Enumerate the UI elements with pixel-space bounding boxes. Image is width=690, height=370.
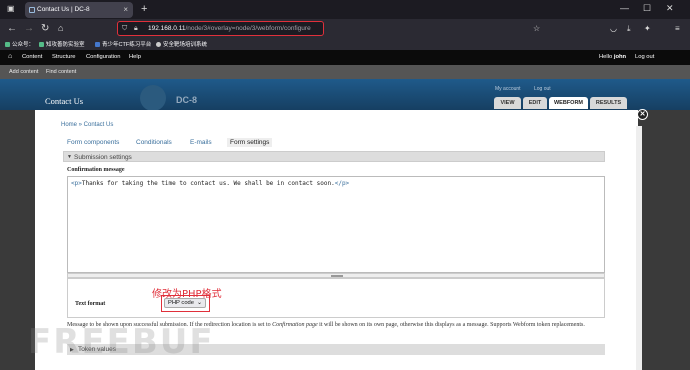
shortcut-add-content[interactable]: Add content bbox=[9, 69, 38, 75]
select-value: PHP code bbox=[168, 300, 194, 306]
lock-icon[interactable]: 🔒︎ bbox=[134, 25, 138, 33]
url-text[interactable]: 192.168.0.11/node/3#overlay=node/3/webfo… bbox=[148, 25, 311, 32]
drupal-admin-menu: ⌂ Content Structure Configuration Help H… bbox=[0, 50, 690, 65]
collapse-arrow-icon: ▼ bbox=[67, 154, 72, 160]
logout-link[interactable]: Log out bbox=[635, 54, 654, 60]
bookmark-star-icon[interactable]: ☆ bbox=[533, 24, 540, 33]
breadcrumb[interactable]: Home » Contact Us bbox=[61, 122, 113, 128]
globe-icon bbox=[156, 42, 161, 47]
page-title: Contact Us bbox=[45, 96, 84, 106]
watermark: FREEBUF bbox=[28, 322, 215, 362]
subtab-form-settings[interactable]: Form settings bbox=[227, 138, 273, 147]
my-account-link[interactable]: My account bbox=[495, 86, 521, 92]
shortcut-bar: Add content Find content bbox=[0, 65, 690, 79]
site-logo: DC-8 bbox=[176, 95, 198, 105]
annotation-text: 修改为PHP格式 bbox=[152, 289, 222, 300]
browser-tab[interactable]: Contact Us | DC-8 × bbox=[25, 2, 133, 18]
minimize-button[interactable]: — bbox=[620, 3, 629, 13]
tab-edit[interactable]: EDIT bbox=[523, 97, 547, 109]
overlay-close-icon[interactable]: ✕ bbox=[637, 109, 648, 120]
tab-results[interactable]: RESULTS bbox=[590, 97, 627, 109]
username[interactable]: john bbox=[614, 54, 626, 60]
overlay-scrollbar[interactable] bbox=[636, 126, 642, 370]
url-bar[interactable]: ⛉ 🔒︎ 192.168.0.11/node/3#overlay=node/3/… bbox=[117, 21, 324, 36]
admin-menu-content[interactable]: Content bbox=[22, 54, 42, 60]
home-icon[interactable]: ⌂ bbox=[8, 53, 12, 60]
browser-tab-bar: ▣ Contact Us | DC-8 × + — ☐ ✕ bbox=[0, 0, 690, 19]
bookmark-item[interactable]: 公众号： bbox=[5, 40, 34, 48]
drupal-logo-icon bbox=[140, 85, 166, 110]
tab-webform[interactable]: WEBFORM bbox=[549, 97, 588, 109]
shield-icon[interactable]: ⛉ bbox=[122, 25, 127, 33]
reload-icon[interactable]: ↻ bbox=[41, 23, 49, 34]
fieldset-legend: Submission settings bbox=[74, 153, 132, 161]
subtab-emails[interactable]: E-mails bbox=[190, 139, 212, 146]
admin-menu-structure[interactable]: Structure bbox=[52, 54, 76, 60]
subtab-form-components[interactable]: Form components bbox=[67, 139, 119, 146]
user-greeting: Hello john bbox=[599, 54, 627, 60]
submission-settings-fieldset[interactable]: ▼ Submission settings bbox=[63, 151, 605, 162]
bookmark-icon bbox=[95, 42, 100, 47]
tab-view[interactable]: VIEW bbox=[494, 97, 521, 109]
browser-navigation-bar: ← → ↻ ⌂ ⛉ 🔒︎ 192.168.0.11/node/3#overlay… bbox=[0, 19, 690, 39]
window-close-button[interactable]: ✕ bbox=[666, 3, 674, 14]
grip-icon bbox=[331, 275, 343, 277]
favicon-icon bbox=[29, 7, 35, 13]
text-format-wrapper: Text format PHP code ⌄ bbox=[67, 278, 605, 318]
textarea-content: <p>Thanks for taking the time to contact… bbox=[71, 180, 350, 187]
new-tab-button[interactable]: + bbox=[141, 3, 147, 15]
extensions-icon[interactable]: ✦ bbox=[644, 24, 651, 33]
text-format-label: Text format bbox=[75, 301, 106, 307]
tab-list-icon[interactable]: ▣ bbox=[7, 4, 15, 13]
subtab-conditionals[interactable]: Conditionals bbox=[136, 139, 172, 146]
bookmark-icon bbox=[5, 42, 10, 47]
pocket-icon[interactable]: ◡ bbox=[610, 24, 617, 33]
page-header: DC-8 Contact Us My account Log out VIEW … bbox=[0, 79, 690, 110]
chevron-down-icon: ⌄ bbox=[196, 300, 202, 306]
bookmark-item[interactable]: 安全靶场培训系统 bbox=[156, 40, 207, 48]
back-icon[interactable]: ← bbox=[7, 23, 17, 34]
bookmarks-toolbar: 公众号： 知攻善防实验室 青少年CTF练习平台 安全靶场培训系统 bbox=[0, 39, 690, 50]
bookmark-icon bbox=[39, 42, 44, 47]
menu-icon[interactable]: ≡ bbox=[675, 24, 680, 33]
home-icon[interactable]: ⌂ bbox=[58, 23, 63, 33]
tab-close-icon[interactable]: × bbox=[123, 5, 128, 14]
maximize-button[interactable]: ☐ bbox=[643, 3, 651, 14]
admin-menu-configuration[interactable]: Configuration bbox=[86, 54, 120, 60]
admin-menu-help[interactable]: Help bbox=[129, 54, 141, 60]
shortcut-find-content[interactable]: Find content bbox=[46, 69, 76, 75]
confirmation-message-textarea[interactable]: <p>Thanks for taking the time to contact… bbox=[67, 176, 605, 273]
tab-title: Contact Us | DC-8 bbox=[37, 6, 90, 13]
forward-icon[interactable]: → bbox=[24, 23, 34, 34]
confirmation-message-label: Confirmation message bbox=[67, 167, 125, 173]
bookmark-item[interactable]: 知攻善防实验室 bbox=[39, 40, 85, 48]
header-logout-link[interactable]: Log out bbox=[534, 86, 551, 92]
download-icon[interactable]: ⤓ bbox=[627, 24, 631, 34]
bookmark-item[interactable]: 青少年CTF练习平台 bbox=[95, 40, 151, 48]
